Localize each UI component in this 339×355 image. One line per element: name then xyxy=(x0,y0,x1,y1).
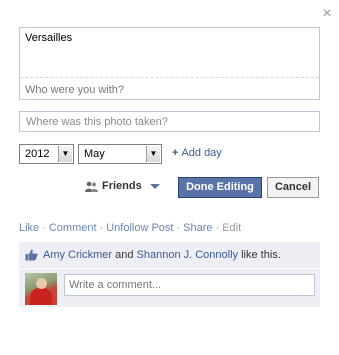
avatar-head xyxy=(36,278,47,289)
comment-input[interactable] xyxy=(64,274,315,296)
year-select[interactable]: 2012 ▼ xyxy=(19,144,74,164)
add-day-link[interactable]: + Add day xyxy=(172,147,222,159)
dropdown-arrow-icon: ▼ xyxy=(58,146,72,162)
plus-icon: + xyxy=(172,147,179,159)
audience-selector[interactable]: Friends xyxy=(85,180,160,192)
caption-divider xyxy=(20,77,319,78)
separator: · xyxy=(42,222,46,234)
avatar[interactable] xyxy=(25,273,57,305)
add-day-label: Add day xyxy=(181,147,222,159)
dropdown-arrow-icon: ▼ xyxy=(146,146,160,162)
cancel-button[interactable]: Cancel xyxy=(267,177,319,198)
comment-composer xyxy=(19,269,320,307)
like-link[interactable]: Like xyxy=(19,222,39,234)
people-icon xyxy=(85,181,98,192)
month-value: May xyxy=(84,148,105,160)
chevron-down-icon xyxy=(149,183,160,189)
thumbs-up-icon xyxy=(25,249,38,260)
month-select[interactable]: May ▼ xyxy=(78,144,162,164)
post-actions: Like · Comment · Unfollow Post · Share · Edit xyxy=(19,222,241,234)
audience-label: Friends xyxy=(102,180,142,192)
close-icon[interactable]: × xyxy=(320,6,334,22)
comment-link[interactable]: Comment xyxy=(49,222,97,234)
likes-suffix: like this. xyxy=(238,248,281,261)
likes-and: and xyxy=(112,248,137,261)
unfollow-post-link[interactable]: Unfollow Post xyxy=(106,222,173,234)
likes-summary: Amy Crickmer and Shannon J. Connolly lik… xyxy=(19,242,320,268)
year-value: 2012 xyxy=(25,148,50,160)
done-editing-button[interactable]: Done Editing xyxy=(178,177,262,198)
share-link[interactable]: Share xyxy=(183,222,212,234)
caption-box[interactable]: Versailles Who were you with? xyxy=(19,27,320,100)
separator: · xyxy=(215,222,220,234)
separator: · xyxy=(176,222,181,234)
avatar-body xyxy=(30,288,52,305)
location-input[interactable] xyxy=(19,111,320,132)
separator: · xyxy=(99,222,104,234)
caption-text[interactable]: Versailles xyxy=(25,32,72,44)
liker-name-link[interactable]: Shannon J. Connolly xyxy=(137,249,239,261)
liker-name-link[interactable]: Amy Crickmer xyxy=(43,249,112,261)
edit-label: Edit xyxy=(222,222,242,234)
who-with-field[interactable]: Who were you with? xyxy=(25,84,124,96)
